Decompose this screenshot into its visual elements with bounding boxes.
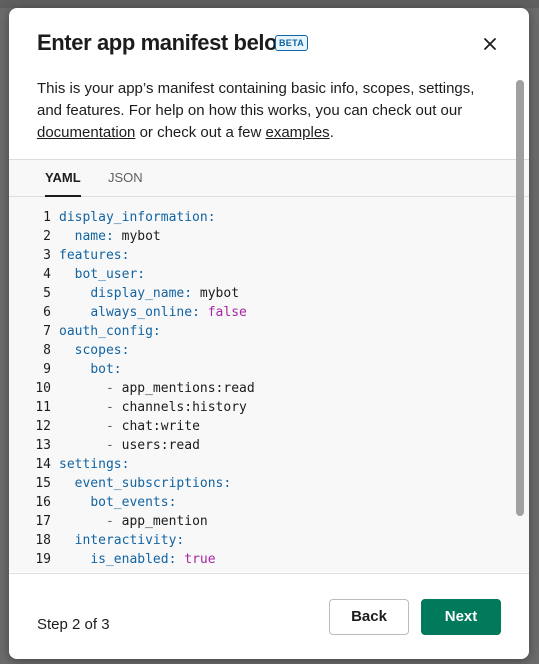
modal-header: Enter app manifest below BETA <box>9 8 529 78</box>
code-text: interactivity: <box>74 533 185 548</box>
yaml-value: false <box>231 571 270 572</box>
code-text: display_name: mybot <box>90 286 240 301</box>
yaml-value: app_mentions:read <box>121 381 255 396</box>
code-text: features: <box>59 248 130 263</box>
line-number: 12 <box>35 419 51 434</box>
line-number: 18 <box>35 533 51 548</box>
code-text: - channels:history <box>105 400 247 415</box>
line-number: 13 <box>35 438 51 453</box>
manifest-code-editor[interactable]: 1 display_information: 2 name: mybot 3 featu… <box>9 197 529 572</box>
line-number: 5 <box>43 286 51 301</box>
yaml-key: settings <box>59 457 122 472</box>
code-text: org_deploy_enabled: false <box>59 569 271 572</box>
intro-text-after: . <box>329 124 334 141</box>
code-text: name: mybot <box>74 229 161 244</box>
line-number: 14 <box>35 457 51 472</box>
modal-footer: Step 2 of 3 Back Next <box>9 573 529 659</box>
yaml-value: app_mention <box>121 514 208 529</box>
yaml-key: oauth_config <box>59 324 153 339</box>
code-text: - users:read <box>105 438 200 453</box>
line-number: 19 <box>35 552 51 567</box>
tab-json[interactable]: JSON <box>108 160 143 196</box>
step-indicator: Step 2 of 3 <box>37 616 110 633</box>
yaml-value: mybot <box>199 286 240 301</box>
close-icon <box>484 38 496 50</box>
code-text: - chat:write <box>105 419 200 434</box>
code-text: - app_mentions:read <box>105 381 255 396</box>
line-number: 20 <box>9 569 51 572</box>
yaml-key: always_online <box>90 305 193 320</box>
line-number: 9 <box>43 362 51 377</box>
line-number: 4 <box>43 267 51 282</box>
yaml-key: name <box>74 229 106 244</box>
documentation-link[interactable]: documentation <box>37 124 135 141</box>
yaml-key: bot_user <box>74 267 138 282</box>
modal-scrollbar[interactable] <box>516 80 524 516</box>
yaml-key: display_information <box>59 210 208 225</box>
line-number: 17 <box>35 514 51 529</box>
yaml-key: is_enabled <box>90 552 169 567</box>
line-number: 11 <box>35 400 51 415</box>
yaml-key: features <box>59 248 122 263</box>
yaml-value: users:read <box>121 438 200 453</box>
line-number: 2 <box>43 229 51 244</box>
back-button[interactable]: Back <box>329 599 409 635</box>
tab-yaml[interactable]: YAML <box>45 160 81 197</box>
code-text: - app_mention <box>105 514 208 529</box>
code-text: display_information: <box>59 210 216 225</box>
yaml-key: org_deploy_enabled <box>75 571 216 572</box>
examples-link[interactable]: examples <box>265 124 329 141</box>
yaml-value: true <box>184 552 216 567</box>
yaml-key: interactivity <box>74 533 177 548</box>
yaml-value: false <box>207 305 247 320</box>
code-text: bot_user: <box>74 267 146 282</box>
intro-text-middle: or check out a few <box>135 124 266 141</box>
code-text: is_enabled: true <box>90 552 216 567</box>
code-text: oauth_config: <box>59 324 161 339</box>
code-text: bot: <box>90 362 122 377</box>
close-button[interactable] <box>479 33 501 55</box>
line-number: 10 <box>35 381 51 396</box>
yaml-value: channels:history <box>121 400 247 415</box>
next-button[interactable]: Next <box>421 599 501 635</box>
line-number: 6 <box>43 305 51 320</box>
backdrop <box>0 0 539 8</box>
code-text: event_subscriptions: <box>74 476 232 491</box>
yaml-key: bot_events <box>90 495 169 510</box>
manifest-modal: Enter app manifest below BETA This is yo… <box>9 8 529 659</box>
line-number: 8 <box>43 343 51 358</box>
beta-badge: BETA <box>275 35 309 51</box>
line-number: 7 <box>43 324 51 339</box>
code-text: settings: <box>59 457 130 472</box>
code-text: scopes: <box>74 343 130 358</box>
yaml-value: chat:write <box>121 419 200 434</box>
intro-text-before: This is your app’s manifest containing b… <box>37 80 475 119</box>
yaml-key: bot <box>90 362 114 377</box>
yaml-key: scopes <box>74 343 122 358</box>
line-number: 15 <box>35 476 51 491</box>
line-number: 16 <box>35 495 51 510</box>
format-tabs: YAML JSON <box>9 159 529 197</box>
modal-title: Enter app manifest below <box>37 30 294 55</box>
yaml-value: mybot <box>121 229 161 244</box>
line-number: 1 <box>43 210 51 225</box>
code-text: always_online: false <box>90 305 247 320</box>
intro-text: This is your app’s manifest containing b… <box>37 78 497 144</box>
code-text: bot_events: <box>90 495 177 510</box>
line-number: 3 <box>43 248 51 263</box>
yaml-key: event_subscriptions <box>74 476 224 491</box>
yaml-key: display_name <box>90 286 185 301</box>
